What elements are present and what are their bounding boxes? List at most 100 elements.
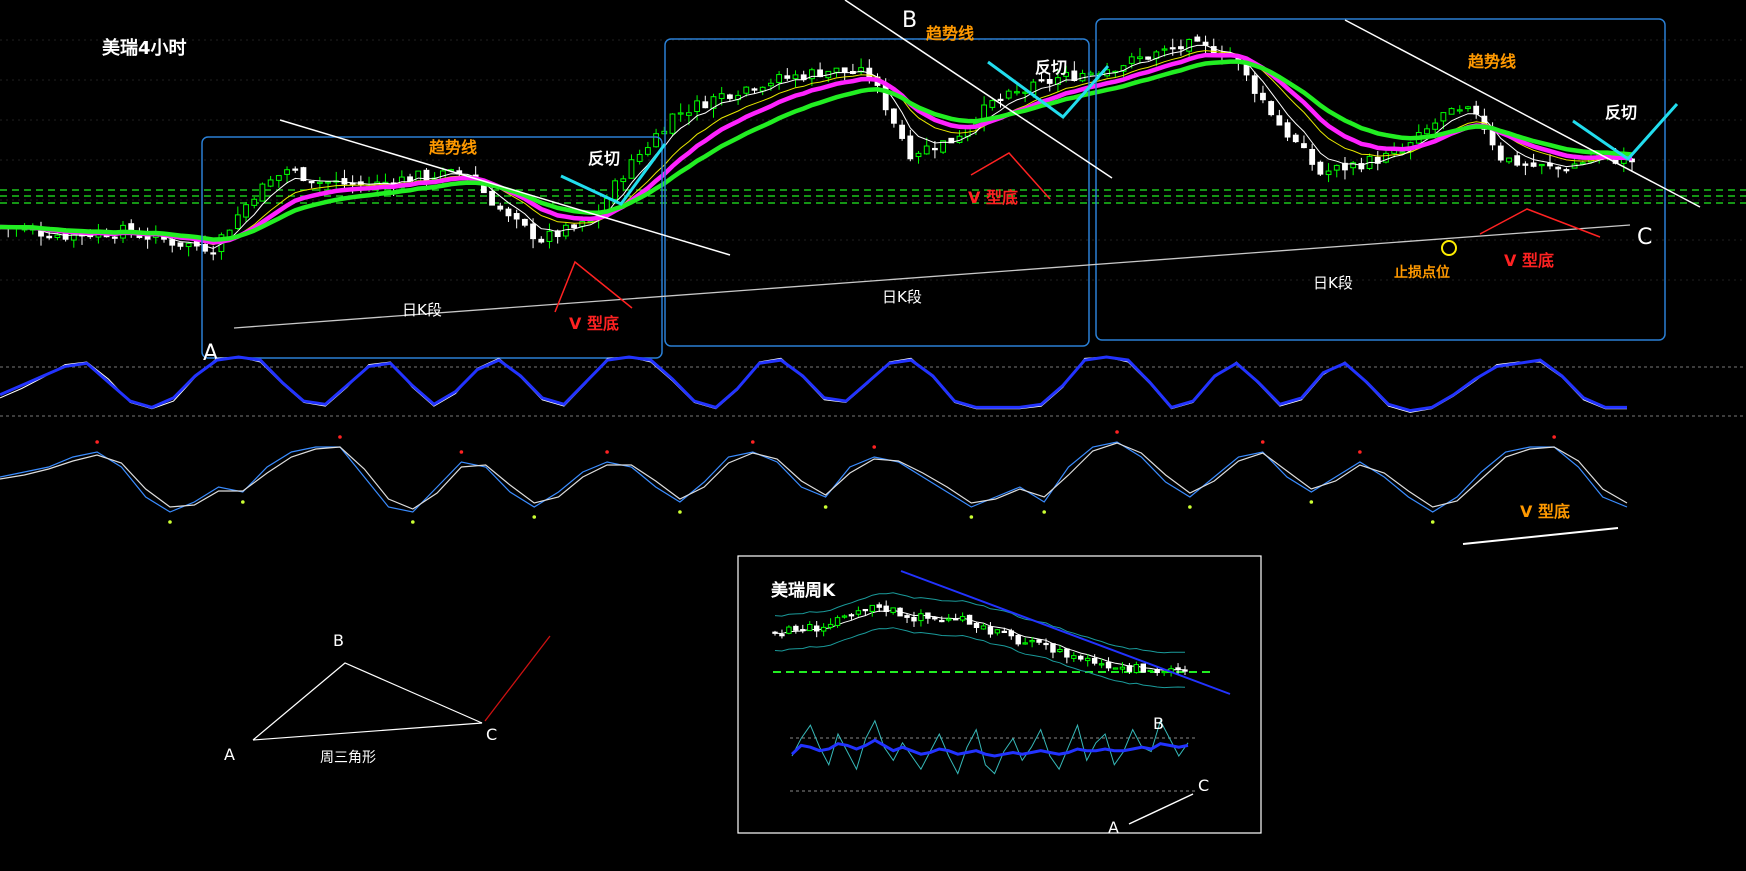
weekly-candle-body	[1182, 669, 1188, 672]
candle-body	[932, 147, 938, 151]
candle-body	[907, 135, 914, 160]
candle-body	[46, 235, 53, 239]
osc2-v-bottom-label: V 型底	[1520, 502, 1570, 521]
chart-canvas: 美瑞4小时 趋势线 趋势线 趋势线 反切 反切 反切 V 型底 V 型底 V 型…	[0, 0, 1746, 871]
candle-body	[702, 101, 709, 109]
candle-body	[915, 152, 922, 158]
candle-body	[275, 175, 282, 181]
weekly-candle-body	[1008, 630, 1014, 637]
osc2-trough-dot	[532, 515, 537, 519]
candle-body	[1292, 134, 1299, 143]
candle-body	[1383, 152, 1389, 163]
weekly-candle-body	[834, 617, 841, 626]
weekly-inset-title: 美瑞周K	[771, 580, 836, 601]
weekly-candle-body	[959, 616, 966, 621]
candle-body	[653, 133, 659, 148]
osc2-peak-dot	[605, 450, 609, 454]
triangle-b-label: B	[333, 631, 344, 650]
candle-body	[1522, 163, 1529, 166]
weekly-candle-body	[980, 625, 987, 630]
candle-body	[1309, 149, 1316, 165]
candle-body	[571, 224, 577, 229]
candle-body	[243, 204, 249, 218]
candle-body	[111, 236, 118, 239]
weekly-candle-body	[876, 604, 882, 608]
candle-body	[1317, 161, 1324, 175]
candle-body	[169, 239, 176, 246]
weekly-candle-body	[1071, 655, 1077, 659]
weekly-b-label: B	[1153, 714, 1164, 733]
weekly-candle-body	[772, 631, 778, 634]
weekly-candle-body	[890, 607, 896, 613]
point-b-label: B	[902, 8, 917, 33]
candle-body	[891, 108, 897, 124]
weekly-c-label: C	[1198, 776, 1209, 795]
osc2-trough-dot	[1309, 500, 1314, 504]
osc2-trough-dot	[168, 520, 172, 524]
weekly-candle-body	[1154, 669, 1160, 674]
weekly-candle-body	[904, 615, 910, 618]
candle-body	[1186, 38, 1193, 52]
osc2-trough-dot	[1430, 520, 1435, 524]
weekly-candle-body	[1161, 670, 1167, 674]
candle-body	[792, 74, 799, 80]
candle-body	[1547, 162, 1553, 167]
candle-body	[1145, 56, 1152, 60]
candle-body	[1014, 91, 1020, 94]
osc2-trough-dot	[823, 505, 828, 509]
candle-body	[1333, 164, 1340, 171]
weekly-candle-body	[1098, 663, 1105, 666]
weekly-candle-body	[1119, 666, 1126, 670]
candle-body	[1506, 157, 1512, 163]
osc2-trough-dot	[411, 520, 415, 524]
candle-body	[185, 242, 192, 248]
candle-body	[505, 208, 512, 217]
weekly-candle-body	[1112, 667, 1119, 670]
candle-body	[989, 100, 996, 108]
counter-cut-label-1: 反切	[588, 149, 620, 168]
daily-segment-label-3: 日K段	[1313, 274, 1353, 292]
weekly-candle-body	[1105, 661, 1112, 669]
weekly-candle-body	[1091, 657, 1098, 664]
candle-body	[841, 67, 848, 73]
osc2-trough-dot	[1042, 510, 1046, 514]
weekly-candle-body	[820, 626, 827, 632]
chart-title: 美瑞4小时	[102, 37, 187, 59]
candle-body	[1497, 145, 1504, 161]
candle-body	[1005, 90, 1012, 99]
weekly-candle-body	[793, 625, 799, 631]
candle-body	[636, 153, 643, 162]
candle-body	[612, 180, 618, 200]
weekly-candle-body	[1175, 667, 1181, 670]
candle-body	[644, 147, 651, 155]
trend-line-label-3: 趋势线	[1468, 52, 1516, 71]
candle-body	[677, 112, 684, 115]
candle-body	[1456, 109, 1463, 112]
candle-body	[497, 205, 504, 210]
weekly-candle-body	[946, 618, 952, 621]
weekly-candle-body	[827, 623, 834, 628]
candle-body	[997, 98, 1004, 102]
weekly-inset: 美瑞周K A B C	[737, 555, 1262, 837]
candle-body	[341, 178, 348, 185]
candle-body	[1137, 56, 1143, 60]
candle-body	[767, 82, 774, 87]
candle-body	[38, 230, 44, 237]
candle-body	[620, 178, 627, 183]
candle-body	[1563, 169, 1570, 172]
candle-body	[521, 218, 528, 226]
weekly-candle-body	[1126, 665, 1133, 672]
candle-body	[669, 113, 676, 134]
osc2-peak-dot	[1552, 435, 1556, 439]
candle-body	[1243, 64, 1250, 76]
daily-segment-label-1: 日K段	[402, 301, 442, 319]
weekly-candle-body	[1064, 648, 1070, 658]
weekly-candle-body	[848, 614, 855, 617]
weekly-candle-body	[800, 629, 806, 632]
weekly-candle-body	[779, 634, 785, 637]
candle-body	[308, 181, 315, 184]
weekly-candle-body	[1022, 642, 1028, 645]
candle-body	[579, 220, 586, 227]
candle-body	[1399, 151, 1406, 154]
weekly-candle-body	[1029, 639, 1035, 643]
